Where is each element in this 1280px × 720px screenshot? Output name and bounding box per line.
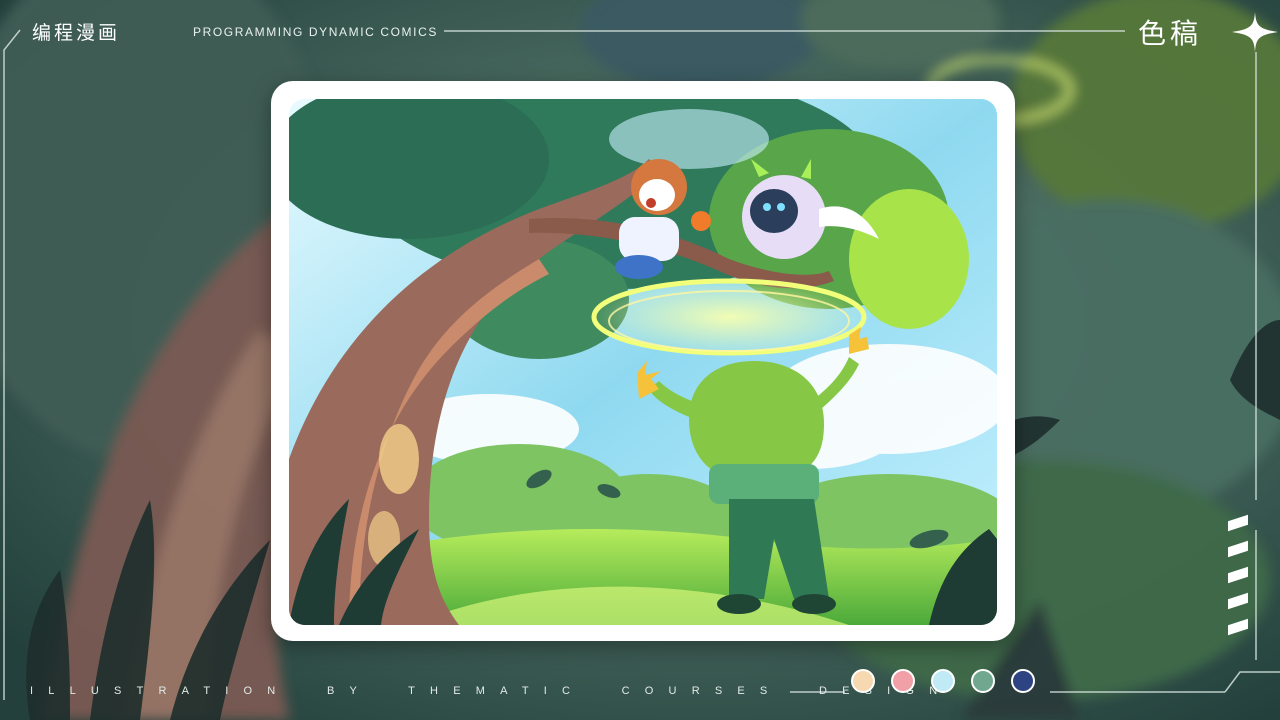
swatch-light-blue: [931, 669, 955, 693]
color-palette: [851, 669, 1035, 693]
sparkle-star-icon: [1232, 12, 1278, 52]
tick-mark: [1228, 566, 1248, 584]
footer-caption: ILLUSTRATION BY THEMATIC COURSES DESIGN: [30, 685, 953, 697]
tick-mark: [1228, 514, 1248, 532]
illustration-frame: [271, 81, 1015, 641]
comic-illustration: [289, 99, 997, 625]
color-draft-label: 色稿: [1138, 17, 1203, 50]
page-subtitle: PROGRAMMING DYNAMIC COMICS: [193, 25, 438, 39]
swatch-pink: [891, 669, 915, 693]
tick-mark: [1228, 540, 1248, 558]
swatch-navy: [1011, 669, 1035, 693]
tick-mark: [1228, 618, 1248, 636]
page-title: 编程漫画: [32, 22, 121, 44]
swatch-green: [971, 669, 995, 693]
decorative-ticks: [1228, 514, 1252, 648]
swatch-peach: [851, 669, 875, 693]
tick-mark: [1228, 592, 1248, 610]
